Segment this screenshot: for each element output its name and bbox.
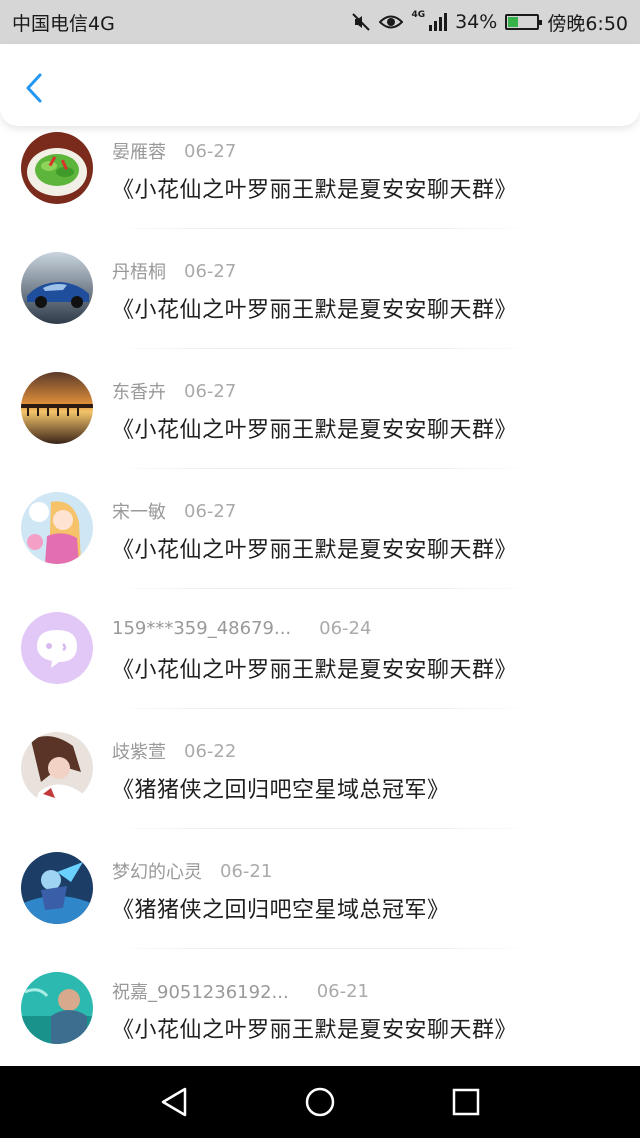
message-date: 06-27 (184, 260, 237, 282)
clock: 傍晚6:50 (547, 12, 628, 35)
message-item[interactable]: 梦幻的心灵 06-21 《猪猪侠之回归吧空星域总冠军》 (0, 850, 640, 970)
message-text: 《猪猪侠之回归吧空星域总冠军》 (112, 898, 450, 923)
avatar[interactable] (21, 852, 93, 924)
nav-recents-button[interactable] (448, 1084, 484, 1120)
battery-icon (505, 14, 543, 30)
nav-home-button[interactable] (302, 1084, 338, 1120)
message-date: 06-27 (184, 380, 237, 402)
divider (112, 468, 532, 469)
navigation-bar (0, 1066, 640, 1138)
sender-name: 梦幻的心灵 (112, 862, 202, 883)
avatar[interactable] (21, 732, 93, 804)
avatar[interactable] (21, 612, 93, 684)
message-meta: 丹梧桐 06-27 (112, 258, 236, 284)
message-date: 06-21 (220, 860, 273, 882)
back-button[interactable] (18, 70, 50, 106)
divider (112, 588, 532, 589)
message-meta: 歧紫萱 06-22 (112, 738, 236, 764)
message-item[interactable]: 丹梧桐 06-27 《小花仙之叶罗丽王默是夏安安聊天群》 (0, 250, 640, 370)
divider (112, 948, 532, 949)
divider (112, 348, 532, 349)
message-date: 06-24 (319, 618, 372, 639)
sender-name: 东香卉 (112, 382, 166, 403)
message-meta: 梦幻的心灵 06-21 (112, 858, 272, 884)
avatar[interactable] (21, 252, 93, 324)
message-meta: 159***359_48679... 06-24 (112, 618, 371, 639)
message-meta: 东香卉 06-27 (112, 378, 236, 404)
message-text: 《小花仙之叶罗丽王默是夏安安聊天群》 (112, 178, 518, 203)
sender-name: 歧紫萱 (112, 742, 166, 763)
message-meta: 祝嘉_9051236192... 06-21 (112, 978, 369, 1004)
message-item[interactable]: 159***359_48679... 06-24 《小花仙之叶罗丽王默是夏安安聊天群… (0, 610, 640, 730)
message-item[interactable]: 歧紫萱 06-22 《猪猪侠之回归吧空星域总冠军》 (0, 730, 640, 850)
sender-name: 宋一敏 (112, 502, 166, 523)
message-text: 《小花仙之叶罗丽王默是夏安安聊天群》 (112, 298, 518, 323)
avatar[interactable] (21, 372, 93, 444)
message-date: 06-27 (184, 140, 237, 162)
back-triangle-icon (161, 1087, 187, 1117)
sender-name: 晏雁蓉 (112, 142, 166, 163)
message-item[interactable]: 东香卉 06-27 《小花仙之叶罗丽王默是夏安安聊天群》 (0, 370, 640, 490)
sender-name: 159***359_48679... (112, 618, 292, 639)
message-text: 《小花仙之叶罗丽王默是夏安安聊天群》 (112, 418, 518, 443)
signal-icon (429, 13, 448, 31)
recents-square-icon (452, 1088, 480, 1116)
divider (112, 708, 532, 709)
battery-percent: 34% (455, 11, 498, 33)
divider (112, 228, 532, 229)
status-bar: 中国电信4G 4G 34% 傍晚6:50 (0, 0, 640, 44)
divider (112, 828, 532, 829)
message-text: 《猪猪侠之回归吧空星域总冠军》 (112, 778, 450, 803)
message-text: 《小花仙之叶罗丽王默是夏安安聊天群》 (112, 538, 518, 563)
eye-icon (379, 13, 404, 31)
avatar[interactable] (21, 972, 93, 1044)
nav-back-button[interactable] (156, 1084, 192, 1120)
home-circle-icon (305, 1087, 335, 1117)
carrier-label: 中国电信4G (12, 12, 115, 35)
message-date: 06-21 (316, 980, 369, 1002)
message-meta: 宋一敏 06-27 (112, 498, 236, 524)
message-item[interactable]: 晏雁蓉 06-27 《小花仙之叶罗丽王默是夏安安聊天群》 (0, 130, 640, 250)
chevron-left-icon (26, 73, 42, 103)
avatar[interactable] (21, 132, 93, 204)
message-date: 06-27 (184, 500, 237, 522)
sender-name: 丹梧桐 (112, 262, 166, 283)
message-item[interactable]: 宋一敏 06-27 《小花仙之叶罗丽王默是夏安安聊天群》 (0, 490, 640, 610)
avatar[interactable] (21, 492, 93, 564)
message-text: 《小花仙之叶罗丽王默是夏安安聊天群》 (112, 1018, 518, 1043)
sender-name: 祝嘉_9051236192... (112, 982, 289, 1003)
message-text: 《小花仙之叶罗丽王默是夏安安聊天群》 (112, 658, 518, 683)
message-list: 晏雁蓉 06-27 《小花仙之叶罗丽王默是夏安安聊天群》 丹梧桐 06-27 《小花仙之叶… (0, 130, 640, 1090)
network-type-label: 4G (411, 9, 426, 20)
header-bar (0, 44, 640, 126)
message-meta: 晏雁蓉 06-27 (112, 138, 236, 164)
status-icons: 4G 34% 傍晚6:50 (351, 9, 628, 36)
message-date: 06-22 (184, 740, 237, 762)
mute-icon (351, 12, 371, 32)
